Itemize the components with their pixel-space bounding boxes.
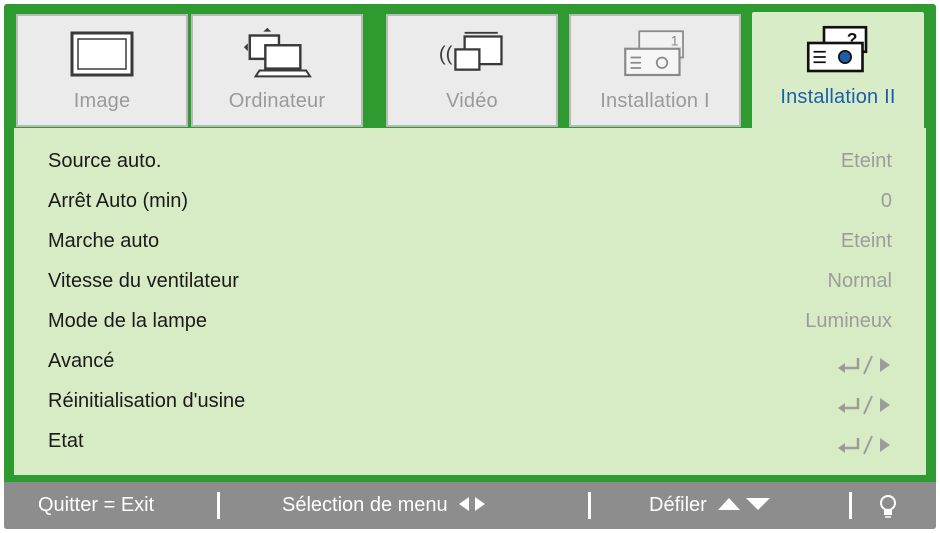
enter-submenu-icon — [836, 354, 892, 381]
row-label: Réinitialisation d'usine — [48, 390, 246, 412]
row-avance[interactable]: Avancé — [14, 342, 926, 382]
row-source-auto[interactable]: Source auto. Eteint — [14, 142, 926, 182]
up-down-arrows-icon — [718, 498, 771, 510]
row-label: Arrêt Auto (min) — [48, 190, 189, 212]
row-label: Avancé — [48, 350, 115, 372]
row-value: Normal — [827, 270, 892, 292]
tab-video[interactable]: (( Vidéo — [386, 14, 558, 127]
tab-ordinateur[interactable]: Ordinateur — [191, 14, 363, 127]
video-icon: (( — [437, 26, 507, 82]
row-vitesse-ventilateur[interactable]: Vitesse du ventilateur Normal — [14, 262, 926, 302]
row-label: Vitesse du ventilateur — [48, 270, 239, 292]
row-label: Source auto. — [48, 150, 162, 172]
help-bar: Quitter = Exit Sélection de menu Défiler — [4, 482, 936, 529]
tab-image[interactable]: Image — [16, 14, 188, 127]
scroll-label: Défiler — [649, 494, 707, 516]
row-marche-auto[interactable]: Marche auto Eteint — [14, 222, 926, 262]
separator — [217, 492, 220, 519]
tab-label: Installation II — [780, 86, 896, 108]
svg-text:((: (( — [439, 43, 453, 65]
separator — [849, 492, 852, 519]
settings-panel: Source auto. Eteint Arrêt Auto (min) 0 M… — [14, 128, 926, 475]
row-value: Eteint — [840, 230, 892, 252]
row-label: Mode de la lampe — [48, 310, 207, 332]
enter-submenu-icon — [836, 394, 892, 421]
tab-label: Vidéo — [446, 90, 498, 112]
menu-select-label: Sélection de menu — [282, 494, 448, 516]
tab-label: Installation I — [600, 90, 710, 112]
tab-installation-2[interactable]: ? Installation II — [752, 12, 924, 134]
tab-label: Ordinateur — [228, 90, 326, 112]
row-mode-lampe[interactable]: Mode de la lampe Lumineux — [14, 302, 926, 342]
row-label: Marche auto — [48, 230, 160, 252]
projector-help-icon: ? — [803, 22, 873, 78]
menu-select-hint: Sélection de menu — [282, 494, 487, 517]
row-etat[interactable]: Etat — [14, 422, 926, 462]
row-arret-auto[interactable]: Arrêt Auto (min) 0 — [14, 182, 926, 222]
quit-hint: Quitter = Exit — [38, 494, 155, 516]
row-value: Lumineux — [805, 310, 892, 332]
monitor-icon — [67, 26, 137, 82]
row-label: Etat — [48, 430, 84, 452]
projector-icon: 1 — [620, 26, 690, 82]
row-value: 0 — [880, 190, 892, 212]
row-reinitialisation[interactable]: Réinitialisation d'usine — [14, 382, 926, 422]
enter-submenu-icon — [836, 434, 892, 461]
tab-label: Image — [73, 90, 131, 112]
svg-text:1: 1 — [671, 32, 679, 48]
lamp-icon — [878, 494, 898, 523]
row-value: Eteint — [840, 150, 892, 172]
tab-installation-1[interactable]: 1 Installation I — [569, 14, 741, 127]
separator — [588, 492, 591, 519]
osd-menu: Image Ordinateur ((Vidéo 1 Installation… — [4, 4, 936, 529]
left-right-arrows-icon — [459, 497, 486, 511]
scroll-hint: Défiler — [649, 494, 772, 517]
computer-icon — [242, 26, 312, 82]
tab-bar: Image Ordinateur ((Vidéo 1 Installation… — [4, 4, 936, 134]
